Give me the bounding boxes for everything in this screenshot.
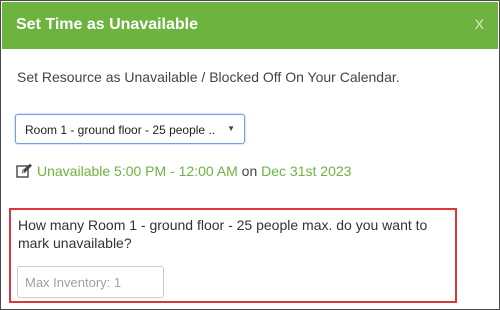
status-connector: on xyxy=(241,163,258,179)
resource-select-value: Room 1 - ground floor - 25 people ... xyxy=(25,123,215,137)
quantity-panel: How many Room 1 - ground floor - 25 peop… xyxy=(9,208,457,303)
chevron-down-icon: ▼ xyxy=(227,124,235,133)
unavailable-time-link[interactable]: Unavailable 5:00 PM - 12:00 AM xyxy=(37,163,238,179)
modal-header: Set Time as Unavailable X xyxy=(2,2,498,49)
resource-select[interactable]: Room 1 - ground floor - 25 people ... ▼ xyxy=(15,114,245,144)
modal-title: Set Time as Unavailable xyxy=(16,16,199,33)
max-inventory-input[interactable] xyxy=(17,266,164,298)
unavailable-date-link[interactable]: Dec 31st 2023 xyxy=(261,163,351,179)
edit-icon[interactable] xyxy=(16,163,33,178)
close-button[interactable]: X xyxy=(475,16,484,32)
quantity-question: How many Room 1 - ground floor - 25 peop… xyxy=(18,217,428,251)
set-unavailable-modal: Set Time as Unavailable X Set Resource a… xyxy=(0,0,500,310)
modal-subtitle: Set Resource as Unavailable / Blocked Of… xyxy=(17,69,400,85)
unavailable-status: Unavailable 5:00 PM - 12:00 AM on Dec 31… xyxy=(16,163,351,179)
